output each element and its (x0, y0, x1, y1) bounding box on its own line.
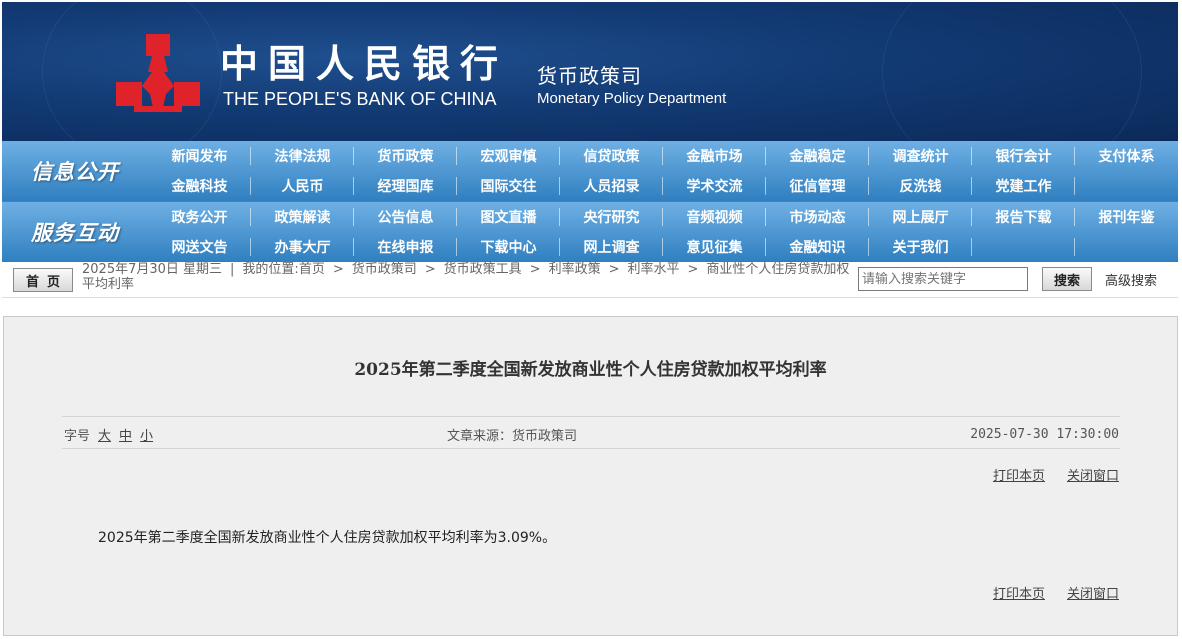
print-page-link[interactable]: 打印本页 (993, 465, 1045, 484)
breadcrumb: 2025年7月30日 星期三 | 我的位置:首页 > 货币政策司 > 货币政策工具 > 利率政策… (82, 262, 852, 292)
nav-row: 网送文告 办事大厅 在线申报 下载中心 网上调查 意见征集 金融知识 关于我们 (148, 232, 1178, 262)
nav-item[interactable]: 法律法规 (251, 141, 354, 171)
nav-item[interactable]: 网上调查 (560, 232, 663, 262)
nav-item[interactable]: 政策解读 (251, 202, 354, 232)
org-name-cn: 中国人民银行 (220, 41, 509, 86)
search-input[interactable] (858, 267, 1028, 291)
nav-item[interactable]: 政务公开 (148, 202, 251, 232)
nav-item[interactable]: 新闻发布 (148, 141, 251, 171)
nav-item (1075, 232, 1178, 262)
print-page-link[interactable]: 打印本页 (993, 583, 1045, 602)
nav-item[interactable]: 报刊年鉴 (1075, 202, 1178, 232)
nav-item[interactable]: 银行会计 (972, 141, 1075, 171)
nav-item[interactable]: 学术交流 (663, 171, 766, 201)
font-size-control: 字号大中小 (64, 425, 153, 444)
font-size-large[interactable]: 大 (98, 429, 111, 444)
article-body: 2025年第二季度全国新发放商业性个人住房贷款加权平均利率为3.09%。 (98, 530, 557, 546)
nav-item[interactable]: 金融市场 (663, 141, 766, 171)
nav-item[interactable]: 关于我们 (869, 232, 972, 262)
breadcrumb-link[interactable]: 货币政策司 (352, 262, 417, 277)
org-name-en: THE PEOPLE'S BANK OF CHINA (223, 89, 497, 109)
nav-item[interactable]: 人民币 (251, 171, 354, 201)
nav-item[interactable]: 经理国库 (354, 171, 457, 201)
article-panel: 2025年第二季度全国新发放商业性个人住房贷款加权平均利率 字号大中小 文章来源… (3, 316, 1178, 636)
divider (62, 448, 1120, 449)
breadcrumb-separator: > (687, 262, 699, 277)
current-date: 2025年7月30日 星期三 (82, 262, 223, 277)
nav-section-title: 服务互动 (31, 220, 119, 245)
publish-date: 2025-07-30 17:30:00 (970, 427, 1119, 442)
divider (62, 416, 1120, 417)
dept-name-en: Monetary Policy Department (537, 90, 727, 107)
nav-item[interactable]: 在线申报 (354, 232, 457, 262)
breadcrumb-link[interactable]: 利率政策 (549, 262, 601, 277)
home-button[interactable]: 首页 (13, 268, 73, 292)
breadcrumb-separator: > (529, 262, 541, 277)
nav-item[interactable]: 图文直播 (457, 202, 560, 232)
article-tools-top: 打印本页 关闭窗口 (993, 465, 1119, 484)
nav-row: 金融科技 人民币 经理国库 国际交往 人员招录 学术交流 征信管理 反洗钱 党建工作 (148, 171, 1178, 201)
nav-item[interactable]: 货币政策 (354, 141, 457, 171)
breadcrumb-link[interactable]: 货币政策工具 (444, 262, 522, 277)
close-window-link[interactable]: 关闭窗口 (1067, 583, 1119, 602)
nav-row: 新闻发布 法律法规 货币政策 宏观审慎 信贷政策 金融市场 金融稳定 调查统计 银行会计 支付体系 (148, 141, 1178, 171)
close-window-link[interactable]: 关闭窗口 (1067, 465, 1119, 484)
nav-item[interactable]: 市场动态 (766, 202, 869, 232)
nav-item[interactable]: 宏观审慎 (457, 141, 560, 171)
nav-section-title: 信息公开 (31, 159, 119, 184)
nav-section-service: 服务互动 政务公开 政策解读 公告信息 图文直播 央行研究 音频视频 市场动态 网上展厅 报告下… (2, 202, 1178, 262)
nav-item[interactable]: 金融知识 (766, 232, 869, 262)
breadcrumb-separator: > (424, 262, 436, 277)
article-tools-bottom: 打印本页 关闭窗口 (993, 583, 1119, 602)
breadcrumb-link[interactable]: 首页 (299, 262, 325, 277)
nav-item[interactable]: 党建工作 (972, 171, 1075, 201)
main-nav: 信息公开 新闻发布 法律法规 货币政策 宏观审慎 信贷政策 金融市场 金融稳定 调查统计 银行会… (2, 141, 1178, 262)
article-title: 2025年第二季度全国新发放商业性个人住房贷款加权平均利率 (354, 360, 827, 380)
nav-item[interactable]: 公告信息 (354, 202, 457, 232)
dept-name-cn: 货币政策司 (537, 64, 642, 88)
font-size-label: 字号 (64, 429, 91, 444)
nav-row: 政务公开 政策解读 公告信息 图文直播 央行研究 音频视频 市场动态 网上展厅 报告下载 报刊年鉴 (148, 202, 1178, 232)
nav-item[interactable]: 网上展厅 (869, 202, 972, 232)
nav-item[interactable]: 支付体系 (1075, 141, 1178, 171)
header-banner: 中国人民银行 THE PEOPLE'S BANK OF CHINA 货币政策司 … (2, 2, 1178, 141)
breadcrumb-bar: 首页 2025年7月30日 星期三 | 我的位置:首页 > 货币政策司 > 货币政策工具 > 利… (2, 262, 1178, 298)
nav-item (1075, 171, 1178, 201)
nav-item[interactable]: 报告下载 (972, 202, 1075, 232)
nav-item[interactable]: 金融稳定 (766, 141, 869, 171)
banner-decoration (882, 2, 1142, 141)
nav-section-info: 信息公开 新闻发布 法律法规 货币政策 宏观审慎 信贷政策 金融市场 金融稳定 调查统计 银行会… (2, 141, 1178, 201)
nav-item[interactable]: 金融科技 (148, 171, 251, 201)
breadcrumb-separator: > (332, 262, 344, 277)
advanced-search-link[interactable]: 高级搜索 (1105, 270, 1157, 289)
nav-item[interactable]: 央行研究 (560, 202, 663, 232)
search-button[interactable]: 搜索 (1042, 267, 1092, 291)
article-source: 文章来源：货币政策司 (447, 429, 578, 444)
separator: | (230, 262, 235, 277)
breadcrumb-link[interactable]: 利率水平 (628, 262, 680, 277)
nav-item[interactable]: 人员招录 (560, 171, 663, 201)
nav-item[interactable]: 反洗钱 (869, 171, 972, 201)
nav-item[interactable]: 信贷政策 (560, 141, 663, 171)
nav-item[interactable]: 下载中心 (457, 232, 560, 262)
nav-item[interactable]: 音频视频 (663, 202, 766, 232)
location-prefix: 我的位置: (242, 262, 299, 277)
font-size-small[interactable]: 小 (140, 429, 153, 444)
nav-item[interactable]: 网送文告 (148, 232, 251, 262)
nav-item[interactable]: 征信管理 (766, 171, 869, 201)
nav-item[interactable]: 意见征集 (663, 232, 766, 262)
font-size-medium[interactable]: 中 (119, 429, 132, 444)
pboc-logo-icon[interactable] (112, 32, 204, 116)
nav-item[interactable]: 调查统计 (869, 141, 972, 171)
breadcrumb-separator: > (608, 262, 620, 277)
nav-item[interactable]: 办事大厅 (251, 232, 354, 262)
nav-item (972, 232, 1075, 262)
nav-item[interactable]: 国际交往 (457, 171, 560, 201)
